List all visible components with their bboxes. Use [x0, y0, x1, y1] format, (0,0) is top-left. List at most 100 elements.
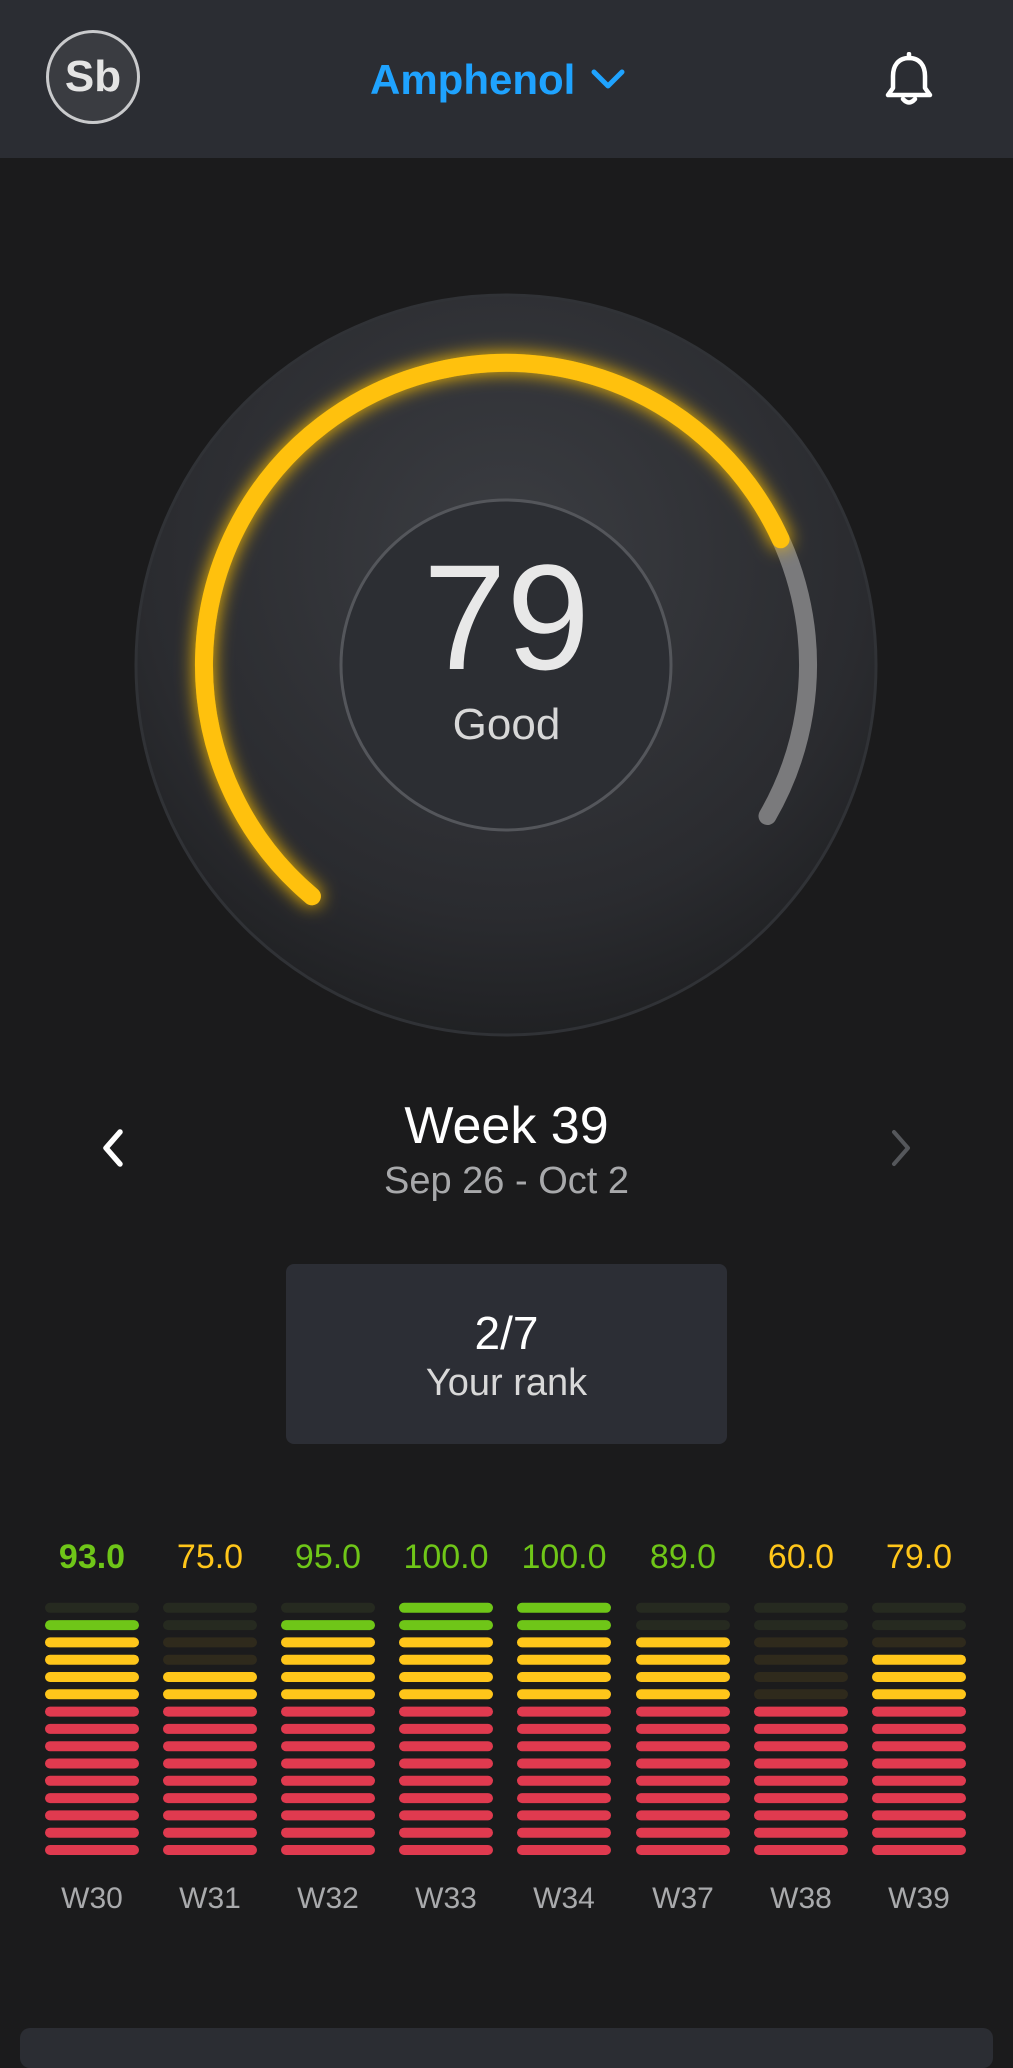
rank-card: 2/7 Your rank — [286, 1264, 727, 1444]
bar-segment — [872, 1620, 966, 1631]
bar-segment — [281, 1741, 375, 1752]
bar-w32 — [281, 1602, 375, 1855]
bar-segment — [399, 1689, 493, 1700]
bar-segment — [872, 1741, 966, 1752]
bar-segment — [517, 1602, 611, 1613]
bar-segment — [281, 1620, 375, 1631]
bar-segment — [163, 1689, 257, 1700]
bar-segment — [872, 1810, 966, 1821]
bar-segment — [281, 1723, 375, 1734]
bar-segment — [872, 1706, 966, 1717]
bar-segment — [163, 1637, 257, 1648]
bar-segment — [399, 1758, 493, 1769]
avatar[interactable]: Sb — [46, 30, 140, 124]
bar-segment — [45, 1758, 139, 1769]
bar-segment — [163, 1723, 257, 1734]
bar-segment — [399, 1602, 493, 1613]
bar-segment — [754, 1654, 848, 1665]
bar-w33 — [399, 1602, 493, 1855]
bar-segment — [517, 1741, 611, 1752]
bar-segment — [163, 1602, 257, 1613]
bar-segment — [399, 1810, 493, 1821]
bar-segment — [517, 1775, 611, 1786]
bar-segment — [754, 1620, 848, 1631]
bar-segment — [872, 1689, 966, 1700]
week-tick-label: W33 — [415, 1882, 477, 1915]
bar-segment — [872, 1827, 966, 1838]
bar-segment — [399, 1723, 493, 1734]
bar-value-label: 95.0 — [295, 1538, 361, 1576]
bar-segment — [872, 1845, 966, 1855]
bar-segment — [45, 1706, 139, 1717]
org-selector[interactable]: Amphenol — [370, 50, 625, 110]
chevron-right-icon[interactable] — [884, 1128, 918, 1168]
bar-segment — [399, 1775, 493, 1786]
bar-segment — [163, 1845, 257, 1855]
bar-segment — [45, 1775, 139, 1786]
bar-segment — [45, 1793, 139, 1804]
bar-w34 — [517, 1602, 611, 1855]
bottom-card — [20, 2028, 993, 2068]
bar-segment — [636, 1775, 730, 1786]
org-name: Amphenol — [370, 56, 576, 103]
bar-segment — [45, 1672, 139, 1682]
bar-segment — [872, 1793, 966, 1804]
bar-segment — [163, 1810, 257, 1821]
bar-segment — [163, 1672, 257, 1682]
bar-segment — [754, 1689, 848, 1700]
bar-segment — [636, 1689, 730, 1700]
bar-segment — [517, 1654, 611, 1665]
bar-segment — [872, 1602, 966, 1613]
week-tick-label: W31 — [179, 1882, 241, 1915]
bar-segment — [636, 1810, 730, 1821]
bar-value-label: 89.0 — [650, 1538, 716, 1576]
bar-segment — [163, 1706, 257, 1717]
bar-segment — [636, 1845, 730, 1855]
bar-value-label: 60.0 — [768, 1538, 834, 1576]
week-title: Week 39 — [404, 1097, 609, 1155]
bar-segment — [45, 1637, 139, 1648]
bar-value-label: 75.0 — [177, 1538, 243, 1576]
bar-value-label: 100.0 — [403, 1538, 488, 1576]
bar-segment — [517, 1827, 611, 1838]
bar-segment — [517, 1793, 611, 1804]
bar-segment — [399, 1706, 493, 1717]
bar-w30 — [45, 1602, 139, 1855]
bar-segment — [281, 1775, 375, 1786]
bar-segment — [281, 1793, 375, 1804]
bar-segment — [517, 1706, 611, 1717]
bar-segment — [754, 1706, 848, 1717]
bar-segment — [754, 1602, 848, 1613]
bar-segment — [754, 1637, 848, 1648]
bar-segment — [281, 1706, 375, 1717]
bar-segment — [636, 1602, 730, 1613]
bar-segment — [45, 1689, 139, 1700]
score-value: 79 — [423, 533, 590, 701]
week-tick-label: W38 — [770, 1882, 832, 1915]
bar-segment — [754, 1741, 848, 1752]
weekly-score-chart: 93.0 W30 75.0 W31 95.0 W32 100.0 W33 100.0 W34 89.… — [45, 1538, 966, 1915]
bar-segment — [517, 1758, 611, 1769]
bar-w37 — [636, 1602, 730, 1855]
bar-segment — [754, 1845, 848, 1855]
bar-segment — [872, 1775, 966, 1786]
week-tick-label: W30 — [61, 1882, 123, 1915]
bar-w31 — [163, 1602, 257, 1855]
bar-segment — [45, 1845, 139, 1855]
bar-segment — [872, 1672, 966, 1682]
score-label: Good — [452, 700, 561, 749]
bar-segment — [45, 1620, 139, 1631]
bar-segment — [45, 1827, 139, 1838]
bar-w39 — [872, 1602, 966, 1855]
week-tick-label: W37 — [652, 1882, 714, 1915]
bar-segment — [636, 1827, 730, 1838]
bar-segment — [163, 1741, 257, 1752]
bar-segment — [45, 1654, 139, 1665]
bar-segment — [281, 1827, 375, 1838]
bar-segment — [872, 1758, 966, 1769]
chevron-down-icon — [591, 69, 625, 89]
bar-segment — [45, 1741, 139, 1752]
bar-segment — [399, 1637, 493, 1648]
bar-segment — [281, 1654, 375, 1665]
bell-icon[interactable] — [880, 52, 938, 110]
